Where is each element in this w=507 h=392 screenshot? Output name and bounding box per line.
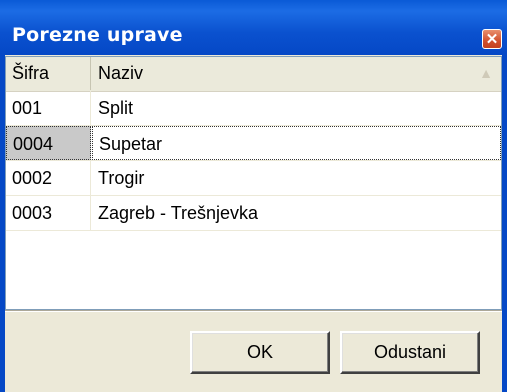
list-item-code: 0003 [6, 196, 91, 230]
footer-divider [5, 310, 502, 312]
list-item-code: 0002 [6, 161, 91, 195]
list-item-code: 0004 [6, 126, 91, 160]
porezne-uprave-dialog: Porezne uprave ✕ Šifra Naziv ▲ 001 Split… [0, 0, 507, 392]
column-header-name-label: Naziv [98, 63, 144, 83]
list-item[interactable]: 0002 Trogir [6, 161, 501, 196]
tax-office-list[interactable]: Šifra Naziv ▲ 001 Split 0004 Supetar 000… [5, 56, 502, 310]
list-item-name: Trogir [98, 168, 145, 188]
cancel-button[interactable]: Odustani [340, 331, 480, 374]
title-bar[interactable]: Porezne uprave ✕ [0, 0, 507, 55]
window-title: Porezne uprave [12, 24, 183, 46]
list-item-name: Split [98, 98, 134, 118]
list-item-name: Supetar [92, 126, 501, 160]
list-item[interactable]: 0003 Zagreb - Trešnjevka [6, 196, 501, 231]
list-header: Šifra Naziv ▲ [6, 57, 501, 92]
window-frame-right [502, 55, 507, 392]
list-item-selected[interactable]: 0004 Supetar [6, 126, 501, 161]
column-header-name[interactable]: Naziv ▲ [92, 57, 501, 90]
sort-ascending-icon: ▲ [479, 65, 493, 81]
close-icon: ✕ [485, 30, 499, 48]
list-item-code: 001 [6, 91, 91, 125]
list-item[interactable]: 001 Split [6, 91, 501, 126]
ok-button[interactable]: OK [190, 331, 330, 374]
list-item-name: Zagreb - Trešnjevka [98, 203, 259, 223]
close-button[interactable]: ✕ [482, 29, 502, 49]
column-header-code[interactable]: Šifra [6, 57, 91, 90]
